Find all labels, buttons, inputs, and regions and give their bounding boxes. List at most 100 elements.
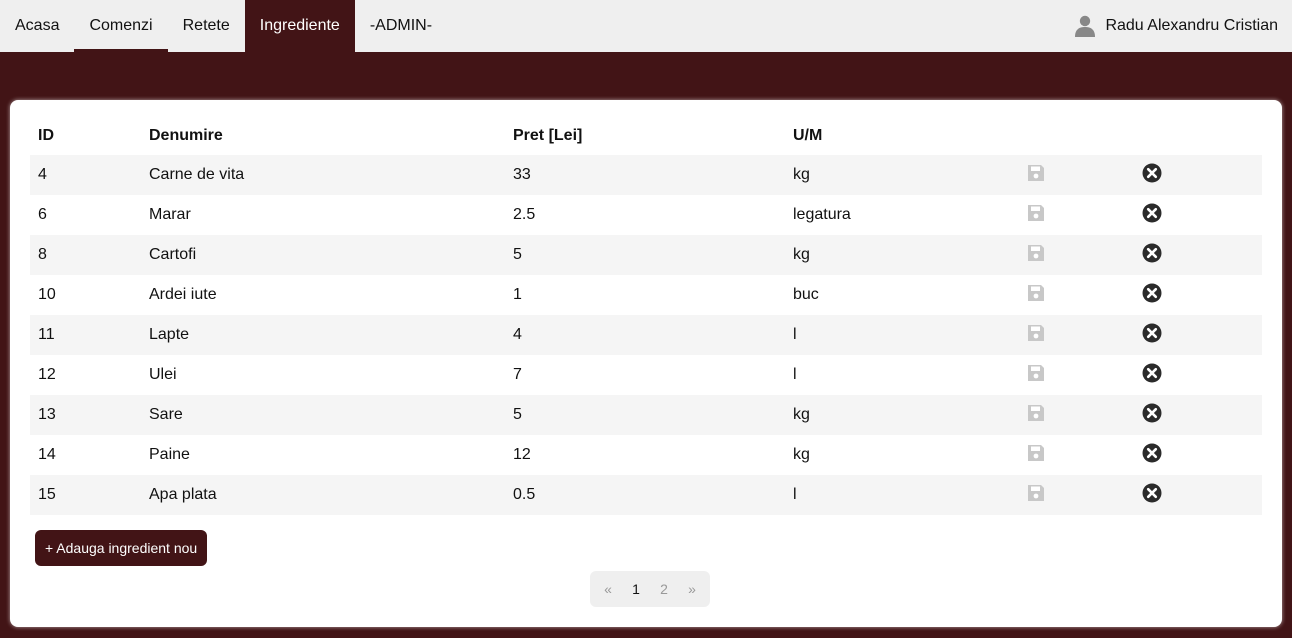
save-icon[interactable] xyxy=(1026,283,1046,303)
cell-save xyxy=(1023,435,1141,475)
table-header-row: ID Denumire Pret [Lei] U/M xyxy=(30,117,1262,155)
cell-denumire: Ulei xyxy=(149,366,177,383)
cell-delete xyxy=(1141,195,1262,235)
cell-denumire: Ardei iute xyxy=(149,286,217,303)
cell-um: kg xyxy=(793,406,810,423)
save-icon[interactable] xyxy=(1026,243,1046,263)
header-denumire: Denumire xyxy=(149,127,223,144)
cell-denumire: Lapte xyxy=(149,326,190,343)
table-row: 6 Marar 2.5 legatura xyxy=(30,195,1262,235)
save-icon[interactable] xyxy=(1026,363,1046,383)
save-icon[interactable] xyxy=(1026,403,1046,423)
nav-item-admin[interactable]: -ADMIN- xyxy=(355,0,447,52)
cell-delete xyxy=(1141,475,1262,515)
cell-um: l xyxy=(793,326,797,343)
cell-denumire: Cartofi xyxy=(149,246,197,263)
cell-save xyxy=(1023,315,1141,355)
user-name: Radu Alexandru Cristian xyxy=(1105,17,1278,34)
delete-circle-icon[interactable] xyxy=(1142,323,1162,343)
save-icon[interactable] xyxy=(1026,163,1046,183)
cell-save xyxy=(1023,355,1141,395)
cell-id: 11 xyxy=(38,326,55,343)
nav-item-retete[interactable]: Retete xyxy=(168,0,245,52)
cell-um: kg xyxy=(793,446,810,463)
cell-pret: 5 xyxy=(513,246,522,263)
cell-id: 15 xyxy=(38,486,56,503)
table-row: 4 Carne de vita 33 kg xyxy=(30,155,1262,195)
save-icon[interactable] xyxy=(1026,203,1046,223)
pagination-page-2[interactable]: 2 xyxy=(650,581,678,597)
cell-id: 8 xyxy=(38,246,47,263)
cell-pret: 4 xyxy=(513,326,522,343)
table-row: 11 Lapte 4 l xyxy=(30,315,1262,355)
cell-pret: 7 xyxy=(513,366,522,383)
delete-circle-icon[interactable] xyxy=(1142,483,1162,503)
table-body: 4 Carne de vita 33 kg 6 Marar 2.5 legatu… xyxy=(30,155,1262,515)
cell-save xyxy=(1023,275,1141,315)
pagination-next[interactable]: » xyxy=(678,581,706,597)
pagination-page-1[interactable]: 1 xyxy=(622,581,650,597)
cell-delete xyxy=(1141,315,1262,355)
table-row: 15 Apa plata 0.5 l xyxy=(30,475,1262,515)
header-pret: Pret [Lei] xyxy=(513,127,583,144)
cell-denumire: Marar xyxy=(149,206,191,223)
cell-delete xyxy=(1141,155,1262,195)
cell-save xyxy=(1023,475,1141,515)
delete-circle-icon[interactable] xyxy=(1142,163,1162,183)
pagination-prev[interactable]: « xyxy=(594,581,622,597)
cell-denumire: Paine xyxy=(149,446,190,463)
cell-id: 10 xyxy=(38,286,56,303)
save-icon[interactable] xyxy=(1026,323,1046,343)
nav-item-acasa[interactable]: Acasa xyxy=(0,0,74,52)
delete-circle-icon[interactable] xyxy=(1142,443,1162,463)
nav-item-ingrediente[interactable]: Ingrediente xyxy=(244,0,355,52)
cell-pret: 2.5 xyxy=(513,206,536,223)
cell-um: legatura xyxy=(793,206,851,223)
cell-delete xyxy=(1141,235,1262,275)
cell-pret: 5 xyxy=(513,406,522,423)
table-row: 8 Cartofi 5 kg xyxy=(30,235,1262,275)
cell-id: 14 xyxy=(38,446,56,463)
table-row: 14 Paine 12 kg xyxy=(30,435,1262,475)
pagination: « 1 2 » xyxy=(590,571,710,607)
cell-delete xyxy=(1141,275,1262,315)
cell-pret: 1 xyxy=(513,286,522,303)
delete-circle-icon[interactable] xyxy=(1142,243,1162,263)
delete-circle-icon[interactable] xyxy=(1142,403,1162,423)
header-save xyxy=(1023,117,1141,155)
cell-denumire: Apa plata xyxy=(149,486,217,503)
header-id: ID xyxy=(38,127,54,144)
cell-id: 4 xyxy=(38,166,47,183)
cell-id: 6 xyxy=(38,206,47,223)
cell-save xyxy=(1023,195,1141,235)
cell-save xyxy=(1023,155,1141,195)
cell-um: kg xyxy=(793,166,810,183)
header-delete xyxy=(1141,117,1262,155)
cell-pret: 33 xyxy=(513,166,531,183)
cell-save xyxy=(1023,235,1141,275)
header-um: U/M xyxy=(793,127,823,144)
add-ingredient-button[interactable]: + Adauga ingredient nou xyxy=(35,530,208,566)
delete-circle-icon[interactable] xyxy=(1142,283,1162,303)
ingredients-card: ID Denumire Pret [Lei] U/M 4 Carne de vi… xyxy=(10,100,1282,627)
ingredients-table: ID Denumire Pret [Lei] U/M 4 Carne de vi… xyxy=(30,117,1262,515)
save-icon[interactable] xyxy=(1026,483,1046,503)
delete-circle-icon[interactable] xyxy=(1142,363,1162,383)
user-icon xyxy=(1075,15,1096,37)
table-row: 10 Ardei iute 1 buc xyxy=(30,275,1262,315)
cell-um: l xyxy=(793,366,797,383)
cell-pret: 0.5 xyxy=(513,486,536,503)
cell-save xyxy=(1023,395,1141,435)
cell-denumire: Carne de vita xyxy=(149,166,245,183)
cell-um: kg xyxy=(793,246,810,263)
nav-item-comenzi[interactable]: Comenzi xyxy=(74,0,168,52)
delete-circle-icon[interactable] xyxy=(1142,203,1162,223)
user-menu[interactable]: Radu Alexandru Cristian xyxy=(1075,0,1278,52)
table-row: 13 Sare 5 kg xyxy=(30,395,1262,435)
save-icon[interactable] xyxy=(1026,443,1046,463)
top-navbar: Acasa Comenzi Retete Ingrediente -ADMIN-… xyxy=(0,0,1292,52)
cell-delete xyxy=(1141,395,1262,435)
cell-um: l xyxy=(793,486,797,503)
cell-um: buc xyxy=(793,286,819,303)
cell-pret: 12 xyxy=(513,446,531,463)
